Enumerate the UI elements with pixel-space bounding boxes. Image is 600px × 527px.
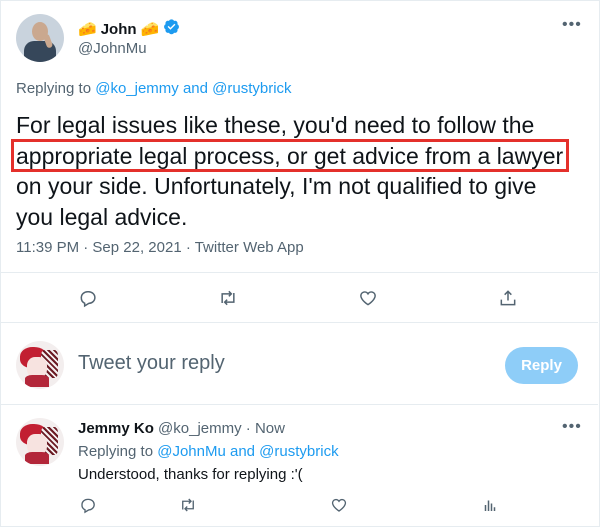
author-handle[interactable]: @JohnMu [78, 40, 147, 57]
reply-bubble-icon[interactable] [77, 494, 99, 516]
reply-text: Understood, thanks for replying :'( [78, 466, 303, 483]
heart-icon[interactable] [328, 494, 350, 516]
tweet-text-line: For legal issues like these, you'd need … [16, 112, 535, 138]
reply-button[interactable]: Reply [505, 347, 578, 384]
author-name-row[interactable]: 🧀 John 🧀 [78, 18, 180, 40]
verified-badge-icon [163, 18, 180, 40]
more-dots-icon[interactable]: ••• [562, 16, 582, 34]
reply-header: Jemmy Ko @ko_jemmy · Now [78, 420, 285, 437]
replying-prefix: Replying to [78, 443, 154, 460]
replying-to-users[interactable]: @ko_jemmy and @rustybrick [95, 80, 291, 97]
tweet-text-line: you legal advice. [16, 203, 188, 230]
retweet-icon[interactable] [177, 494, 199, 516]
tweet-text-line: on your side. Unfortunately, I'm not qua… [16, 173, 537, 199]
cheese-emoji-icon: 🧀 [140, 21, 160, 38]
divider [1, 322, 598, 323]
reply-input[interactable]: Tweet your reply [78, 352, 225, 375]
reply-replying-to-line: Replying to @JohnMu and @rustybrick [78, 443, 339, 460]
divider [1, 272, 598, 273]
reply-author-avatar[interactable] [16, 418, 64, 466]
author-avatar[interactable] [16, 14, 64, 62]
user-avatar[interactable] [16, 341, 64, 389]
replying-to-line: Replying to @ko_jemmy and @rustybrick [16, 80, 292, 97]
cheese-emoji-icon: 🧀 [78, 21, 97, 38]
heart-icon[interactable] [357, 287, 379, 309]
reply-author-handle[interactable]: @ko_jemmy [158, 420, 242, 437]
replying-to-users[interactable]: @JohnMu and @rustybrick [157, 443, 338, 460]
divider [1, 404, 598, 405]
author-name[interactable]: John [101, 21, 137, 38]
reply-author-name[interactable]: Jemmy Ko [78, 420, 154, 437]
reply-time[interactable]: Now [255, 420, 285, 437]
retweet-icon[interactable] [217, 287, 239, 309]
reply-bubble-icon[interactable] [77, 287, 99, 309]
tweet-meta[interactable]: 11:39 PM · Sep 22, 2021 · Twitter Web Ap… [16, 239, 304, 256]
share-icon[interactable] [497, 287, 519, 309]
analytics-icon[interactable] [479, 494, 501, 516]
more-dots-icon[interactable]: ••• [562, 418, 582, 436]
highlight-box [11, 139, 569, 172]
separator-dot: · [245, 420, 251, 437]
replying-prefix: Replying to [16, 80, 92, 97]
